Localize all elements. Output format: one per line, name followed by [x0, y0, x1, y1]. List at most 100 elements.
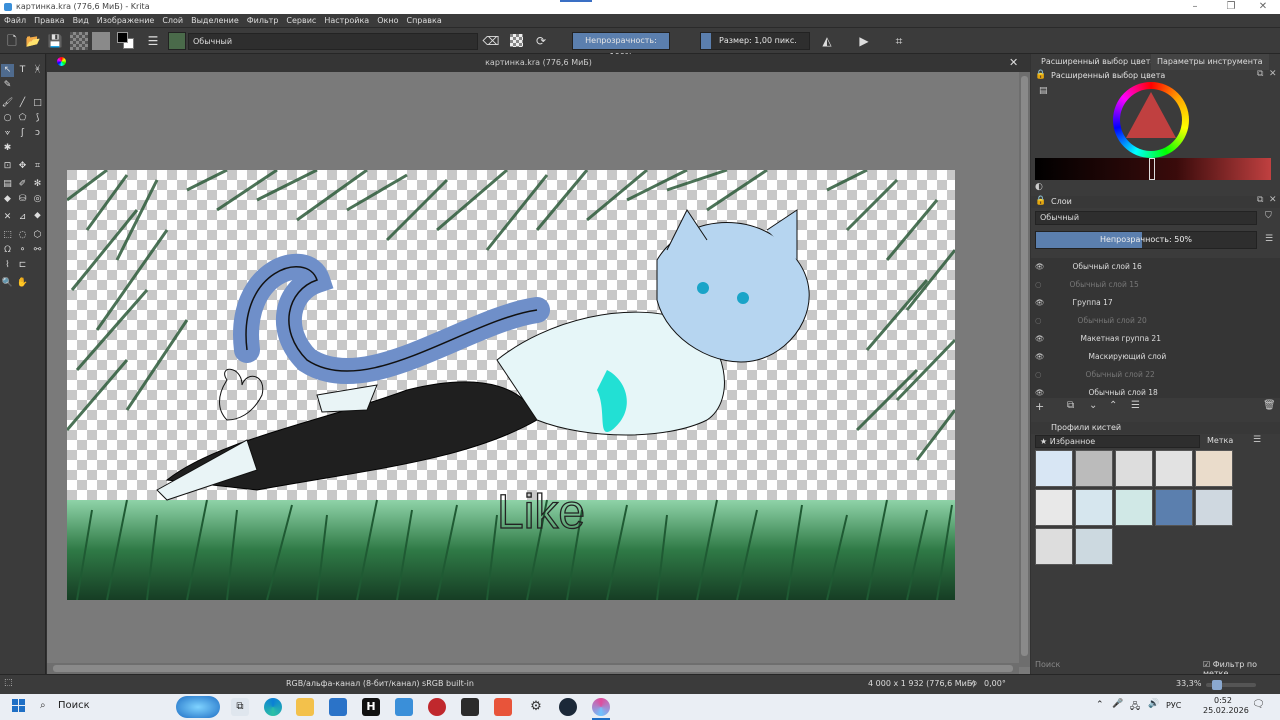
menu-help[interactable]: Справка: [402, 14, 445, 28]
eraser-icon[interactable]: ⌫: [482, 32, 500, 50]
colorize-mask-tool-icon[interactable]: ✻: [31, 178, 44, 191]
menu-filter[interactable]: Фильтр: [243, 14, 283, 28]
notifications-icon[interactable]: 🗨: [1252, 699, 1265, 710]
red-app-icon[interactable]: [428, 698, 446, 716]
opacity-slider[interactable]: Непрозрачность: 100%: [572, 32, 670, 61]
edit-shapes-tool-icon[interactable]: ✎: [1, 79, 14, 92]
dynamic-brush-tool-icon[interactable]: ↄ: [31, 127, 44, 140]
color-settings-icon[interactable]: ▤: [1039, 86, 1048, 96]
rotation-icon[interactable]: ⟲: [970, 679, 977, 688]
brush-search-input[interactable]: Поиск: [1035, 660, 1060, 669]
layer-row[interactable]: ○ Обычный слой 15: [1035, 276, 1257, 294]
color-wheel[interactable]: [1113, 82, 1189, 158]
bezier-select-tool-icon[interactable]: ⌇: [1, 259, 14, 272]
mirror-horizontal-icon[interactable]: ◭: [818, 32, 836, 50]
freehand-path-tool-icon[interactable]: ʃ: [16, 127, 29, 140]
blue-app-icon[interactable]: [395, 698, 413, 716]
network-icon[interactable]: 🖧: [1130, 699, 1140, 715]
zoom-value[interactable]: 33,3%: [1176, 679, 1201, 688]
layers-filter-icon[interactable]: ⛉: [1265, 211, 1272, 221]
taskbar-search-icon[interactable]: ⌕: [40, 700, 46, 711]
brush-preset-item[interactable]: [1035, 450, 1073, 487]
windows-start-icon[interactable]: [12, 699, 26, 713]
menu-tools[interactable]: Сервис: [282, 14, 320, 28]
brush-settings-icon[interactable]: ☰: [144, 32, 162, 50]
select-shapes-tool-icon[interactable]: ↖: [1, 64, 14, 77]
open-document-icon[interactable]: 📂: [24, 32, 42, 50]
menu-edit[interactable]: Правка: [30, 14, 68, 28]
settings-gear-icon[interactable]: ⚙: [527, 698, 545, 716]
widgets-icon[interactable]: [176, 696, 220, 718]
selection-status-icon[interactable]: ⬚: [4, 678, 13, 688]
color-triangle[interactable]: [1126, 92, 1176, 138]
measure-tool-icon[interactable]: ⊿: [16, 211, 29, 224]
color-history-strip[interactable]: [1035, 158, 1271, 180]
taskbar-search-box[interactable]: Поиск: [58, 700, 90, 711]
gradient-swatch-icon[interactable]: [70, 32, 88, 50]
bezier-tool-icon[interactable]: ⟇: [1, 127, 14, 140]
close-document-icon[interactable]: ✕: [1009, 56, 1018, 69]
save-document-icon[interactable]: 💾: [46, 32, 64, 50]
file-explorer-icon[interactable]: [296, 698, 314, 716]
fg-bg-color-icon[interactable]: [117, 32, 135, 50]
crop-tool-icon[interactable]: ⌗: [31, 160, 44, 173]
store-icon[interactable]: [329, 698, 347, 716]
calligraphy-tool-icon[interactable]: ᚸ: [31, 64, 44, 77]
wrap-around-icon[interactable]: ⌗: [890, 32, 908, 50]
pan-tool-icon[interactable]: ✋: [16, 277, 29, 290]
layer-row[interactable]: ○ Обычный слой 20: [1035, 312, 1257, 330]
layer-properties-icon[interactable]: ☰: [1131, 400, 1140, 411]
new-document-icon[interactable]: 🗋: [3, 32, 21, 50]
enclose-fill-tool-icon[interactable]: ◎: [31, 193, 44, 206]
rectangle-tool-icon[interactable]: □: [31, 97, 44, 110]
move-layer-down-icon[interactable]: ⌄: [1089, 400, 1097, 411]
polyline-tool-icon[interactable]: ⟆: [31, 112, 44, 125]
layer-row[interactable]: ○ Обычный слой 22: [1035, 366, 1257, 384]
multibrush-tool-icon[interactable]: ✱: [1, 142, 14, 155]
brush-preset-item[interactable]: [1155, 489, 1193, 526]
layers-menu-icon[interactable]: ☰: [1265, 234, 1273, 244]
menu-window[interactable]: Окно: [373, 14, 402, 28]
blend-mode-select[interactable]: Обычный: [188, 33, 478, 50]
menu-image[interactable]: Изображение: [93, 14, 159, 28]
float-panel-icon[interactable]: ⧉: [1257, 69, 1263, 79]
gradient-tool-icon[interactable]: ▤: [1, 178, 14, 191]
brush-preset-item[interactable]: [1075, 450, 1113, 487]
brush-preset-item[interactable]: [1155, 450, 1193, 487]
krita-taskbar-icon[interactable]: [592, 698, 610, 716]
document-tab[interactable]: картинка.kra (776,6 МиБ): [47, 54, 1030, 72]
layers-lock-icon[interactable]: 🔒: [1035, 196, 1046, 206]
menu-view[interactable]: Вид: [69, 14, 93, 28]
menu-layer[interactable]: Слой: [158, 14, 187, 28]
reset-color-icon[interactable]: ◐: [1035, 182, 1043, 192]
pattern-swatch-icon[interactable]: [92, 32, 110, 50]
magnetic-select-tool-icon[interactable]: ⊏: [16, 259, 29, 272]
brush-preset-item[interactable]: [1115, 450, 1153, 487]
brush-preset-item[interactable]: [1195, 489, 1233, 526]
layer-row[interactable]: 👁 Группа 17: [1035, 294, 1257, 312]
zoom-tool-icon[interactable]: 🔍: [1, 277, 14, 290]
brush-view-icon[interactable]: ☰: [1253, 435, 1261, 445]
menu-select[interactable]: Выделение: [187, 14, 243, 28]
layer-row[interactable]: 👁 Макетная группа 21: [1035, 330, 1257, 348]
similar-select-tool-icon[interactable]: ⚯: [31, 244, 44, 257]
delete-layer-icon[interactable]: 🗑: [1263, 400, 1276, 411]
size-slider[interactable]: Размер: 1,00 пикс.: [700, 32, 810, 50]
canvas[interactable]: Like: [67, 170, 955, 600]
brush-preset-item[interactable]: [1035, 489, 1073, 526]
brush-tool-icon[interactable]: 🖌: [1, 97, 14, 110]
brush-preset-item[interactable]: [1195, 450, 1233, 487]
edge-browser-icon[interactable]: [264, 698, 282, 716]
steam-icon[interactable]: [559, 698, 577, 716]
line-tool-icon[interactable]: ╱: [16, 97, 29, 110]
transform-tool-icon[interactable]: ⊡: [1, 160, 14, 173]
layers-opacity-slider[interactable]: Непрозрачность: 50%: [1035, 231, 1257, 249]
duplicate-layer-icon[interactable]: ⧉: [1067, 400, 1074, 411]
keyboard-language[interactable]: РУС: [1166, 701, 1181, 710]
assistant-tool-icon[interactable]: ✕: [1, 211, 14, 224]
close-window-button[interactable]: ✕: [1246, 0, 1280, 14]
ellipse-select-tool-icon[interactable]: ◌: [16, 229, 29, 242]
volume-icon[interactable]: 🔊: [1148, 699, 1159, 709]
ellipse-tool-icon[interactable]: ○: [1, 112, 14, 125]
zoom-slider-handle[interactable]: [1212, 680, 1222, 690]
